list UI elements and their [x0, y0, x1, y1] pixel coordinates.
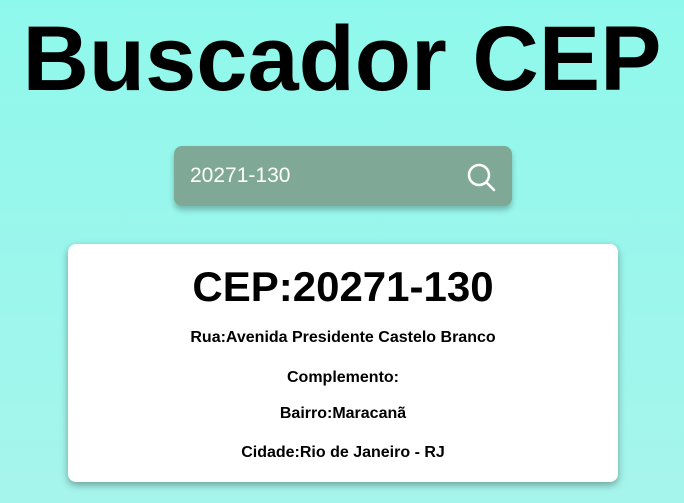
search-icon[interactable]	[466, 162, 496, 192]
cep-result-title: CEP:20271-130	[192, 263, 494, 310]
street-info: Rua:Avenida Presidente Castelo Branco	[190, 329, 496, 346]
city-info: Cidade:Rio de Janeiro - RJ	[241, 444, 445, 461]
page-title: Buscador CEP	[22, 8, 662, 110]
complement-info: Complemento:	[287, 369, 399, 386]
cep-search-input[interactable]	[190, 160, 460, 192]
neighborhood-info: Bairro:Maracanã	[279, 405, 407, 422]
search-box	[174, 146, 512, 206]
result-card: CEP:20271-130 Rua:Avenida Presidente Cas…	[68, 244, 618, 482]
